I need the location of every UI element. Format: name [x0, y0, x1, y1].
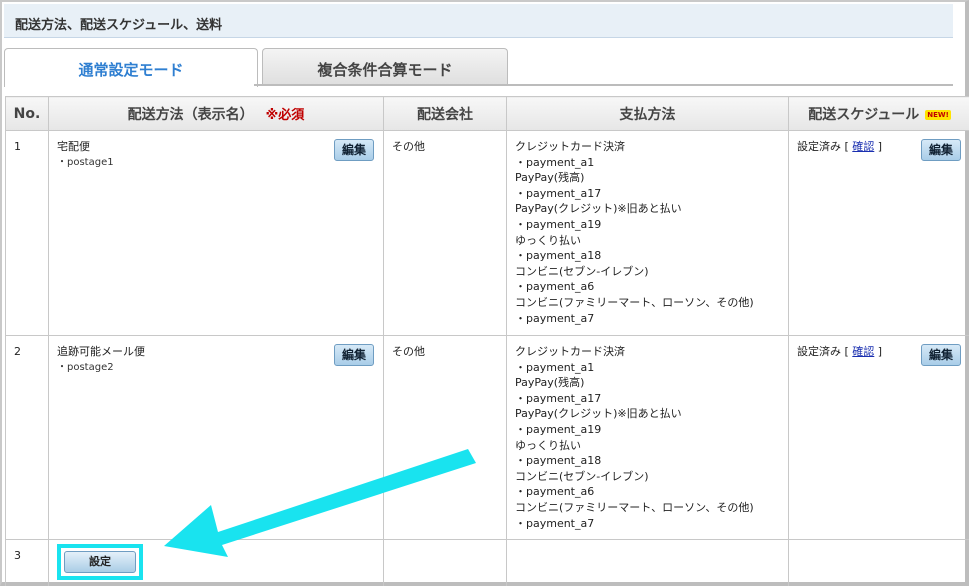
col-header-method-label: 配送方法（表示名） [127, 106, 254, 123]
payment-line: ・payment_a1 [515, 360, 595, 374]
payment-line: ゆっくり払い [515, 438, 581, 452]
schedule-status-close: ] [874, 345, 883, 358]
required-mark: ※必須 [265, 107, 305, 123]
method-code: ・postage2 [57, 361, 114, 373]
method-code: ・postage1 [57, 156, 114, 168]
company-cell: その他 [383, 130, 507, 336]
payment-line: ・payment_a17 [515, 186, 602, 200]
tab-combined-mode[interactable]: 複合条件合算モード [262, 48, 508, 86]
schedule-status-close: ] [874, 140, 883, 153]
setting-button[interactable]: 設定 [64, 551, 136, 574]
payment-line: クレジットカード決済 [515, 140, 625, 153]
payment-line: ・payment_a19 [515, 217, 602, 231]
schedule-confirm-link[interactable]: 確認 [852, 345, 874, 358]
company-cell [383, 539, 507, 586]
payment-line: コンビニ(ファミリーマート、ローソン、その他) [515, 500, 754, 514]
payment-line: PayPay(クレジット)※旧あと払い [515, 407, 682, 421]
col-header-schedule-label: 配送スケジュール [808, 106, 920, 123]
payment-line: ・payment_a17 [515, 391, 602, 405]
schedule-status: 設定済み [ 確認 ] [797, 140, 882, 153]
payment-line: コンビニ(セブン-イレブン) [515, 469, 649, 483]
schedule-cell: 設定済み [ 確認 ] 編集 [788, 130, 969, 336]
payment-cell [506, 539, 789, 586]
payment-line: ・payment_a18 [515, 249, 602, 263]
highlight-box: 設定 [57, 544, 143, 581]
schedule-confirm-link[interactable]: 確認 [852, 140, 874, 153]
payment-line: ゆっくり払い [515, 233, 581, 247]
edit-schedule-button[interactable]: 編集 [920, 344, 961, 366]
method-cell: 追跡可能メール便 ・postage2 編集 [48, 334, 384, 541]
payment-cell: クレジットカード決済 ・payment_a1 PayPay(残高) ・payme… [506, 334, 789, 541]
edit-method-button[interactable]: 編集 [333, 344, 374, 366]
payment-line: ・payment_a7 [515, 516, 595, 530]
col-header-payment: 支払方法 [506, 96, 789, 131]
row-number: 3 [5, 539, 49, 586]
table-row: 1 宅配便 ・postage1 編集 その他 クレジットカード決済 ・payme… [5, 130, 969, 336]
schedule-status-text: 設定済み [ [797, 140, 853, 153]
payment-line: ・payment_a6 [515, 485, 595, 499]
tab-normal-mode[interactable]: 通常設定モード [4, 48, 258, 87]
col-header-schedule: 配送スケジュール NEW! [788, 96, 969, 131]
method-cell: 設定 [48, 539, 384, 586]
tab-divider [254, 84, 953, 86]
section-header: 配送方法、配送スケジュール、送料 [4, 4, 953, 38]
table-row: 3 設定 [5, 539, 969, 586]
table-header-row: No. 配送方法（表示名） ※必須 配送会社 支払方法 配送スケジュール NEW! [5, 96, 969, 131]
schedule-status: 設定済み [ 確認 ] [797, 345, 882, 358]
schedule-cell: 設定済み [ 確認 ] 編集 [788, 334, 969, 541]
payment-line: PayPay(残高) [515, 171, 585, 185]
method-cell: 宅配便 ・postage1 編集 [48, 130, 384, 336]
payment-line: コンビニ(ファミリーマート、ローソン、その他) [515, 295, 754, 309]
method-name: 追跡可能メール便 [57, 345, 145, 358]
payment-line: クレジットカード決済 [515, 345, 625, 358]
payment-line: ・payment_a19 [515, 422, 602, 436]
col-header-no: No. [5, 96, 49, 131]
edit-schedule-button[interactable]: 編集 [920, 139, 961, 161]
edit-method-button[interactable]: 編集 [333, 139, 374, 161]
payment-line: PayPay(クレジット)※旧あと払い [515, 202, 682, 216]
schedule-status-text: 設定済み [ [797, 345, 853, 358]
table-row: 2 追跡可能メール便 ・postage2 編集 その他 クレジットカード決済 ・… [5, 334, 969, 541]
payment-cell: クレジットカード決済 ・payment_a1 PayPay(残高) ・payme… [506, 130, 789, 336]
payment-line: ・payment_a18 [515, 454, 602, 468]
payment-line: ・payment_a6 [515, 280, 595, 294]
row-number: 1 [5, 130, 49, 336]
method-name: 宅配便 [57, 140, 90, 153]
new-badge: NEW! [925, 109, 951, 120]
payment-line: ・payment_a1 [515, 155, 595, 169]
payment-line: PayPay(残高) [515, 376, 585, 390]
row-number: 2 [5, 334, 49, 541]
payment-line: コンビニ(セブン-イレブン) [515, 264, 649, 278]
schedule-cell [788, 539, 969, 586]
shipping-table: No. 配送方法（表示名） ※必須 配送会社 支払方法 配送スケジュール NEW! … [5, 96, 969, 586]
col-header-company: 配送会社 [383, 96, 507, 131]
col-header-method: 配送方法（表示名） ※必須 [48, 96, 384, 131]
payment-line: ・payment_a7 [515, 311, 595, 325]
mode-tabs: 通常設定モード 複合条件合算モード [4, 48, 953, 87]
company-cell: その他 [383, 334, 507, 541]
